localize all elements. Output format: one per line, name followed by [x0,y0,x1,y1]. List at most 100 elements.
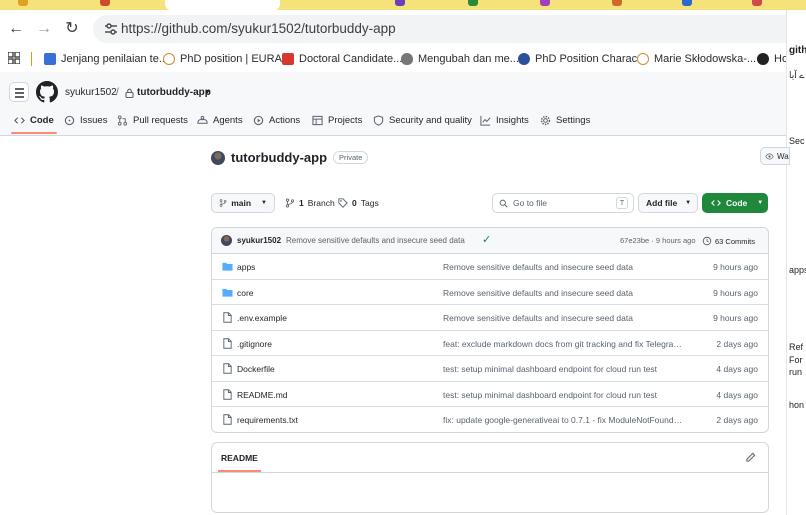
file-commit-message[interactable]: test: setup minimal dashboard endpoint f… [443,364,683,374]
tab-security[interactable]: Security and quality [373,115,472,126]
avatar[interactable] [221,235,232,246]
lock-icon [125,88,134,98]
abg-icon [282,53,294,65]
file-commit-message[interactable]: Remove sensitive defaults and insecure s… [443,313,683,323]
bookmark-item[interactable]: Marie Skłodowska-... [637,51,756,67]
github-header: syukur1502 / tutorbuddy-app ▼ Code Issue… [0,72,786,136]
tab-pull-requests[interactable]: Pull requests [117,115,188,126]
bookmark-item[interactable]: Jenjang penilaian te... [44,51,168,67]
commit-author[interactable]: syukur1502 [237,236,281,245]
file-name[interactable]: core [237,288,254,298]
gear-icon [540,115,551,126]
repo-switcher-caret-icon[interactable]: ▼ [204,89,211,96]
file-name[interactable]: README.md [237,390,288,400]
search-icon [499,199,508,208]
tab-code[interactable]: Code [11,115,57,134]
people-icon [163,53,175,65]
table-row[interactable]: core Remove sensitive defaults and insecu… [212,280,768,305]
commit-meta[interactable]: 67e23be · 9 hours ago [620,236,696,245]
file-commit-message[interactable]: test: setup minimal dashboard endpoint f… [443,390,683,400]
strip-text: hon [789,400,805,410]
file-name[interactable]: .gitignore [237,339,272,349]
tab-issues[interactable]: Issues [64,115,107,126]
file-commit-message[interactable]: Remove sensitive defaults and insecure s… [443,262,683,272]
tab-favicon [752,0,762,6]
file-name[interactable]: .env.example [237,313,287,323]
breadcrumb-owner[interactable]: syukur1502 [65,87,117,98]
folder-icon [222,288,233,297]
branches-link[interactable]: 1 Branch [285,198,335,208]
bookmark-item[interactable]: Ho [757,51,788,67]
tags-link[interactable]: 0 Tags [338,198,379,208]
address-url[interactable]: https://github.com/syukur1502/tutorbuddy… [121,21,396,36]
active-tab[interactable] [165,0,280,10]
github-logo-icon[interactable] [36,81,58,103]
address-bar[interactable]: https://github.com/syukur1502/tutorbuddy… [93,15,806,43]
tab-projects[interactable]: Projects [312,115,362,126]
file-icon [223,363,232,374]
file-name[interactable]: Dockerfile [237,364,275,374]
file-icon [223,414,232,425]
back-arrow-icon[interactable]: ← [6,19,26,39]
table-row[interactable]: requirements.txt fix: update google-gener… [212,407,768,432]
tab-agents[interactable]: Agents [197,115,243,126]
commits-link[interactable]: 63 Commits [702,236,755,246]
apps-grid-icon[interactable] [8,52,20,64]
visibility-badge: Private [333,151,369,164]
tab-favicon [540,0,550,6]
bookmark-item[interactable]: PhD Position Charac... [518,51,646,67]
play-icon [253,115,264,126]
file-name[interactable]: requirements.txt [237,415,298,425]
file-name[interactable]: apps [237,262,255,272]
folder-icon [222,262,233,271]
bookmark-item[interactable]: PhD position | EURA... [163,51,291,67]
readme-tab[interactable]: README [218,453,261,472]
tag-icon [338,198,348,208]
history-icon [702,236,712,246]
tab-insights[interactable]: Insights [480,115,529,126]
bookmark-item[interactable]: Doctoral Candidate... [282,51,402,67]
tab-settings[interactable]: Settings [540,115,590,126]
file-commit-time: 4 days ago [716,364,758,374]
site-settings-icon[interactable] [103,21,119,37]
repo-name[interactable]: tutorbuddy-app [231,150,327,165]
chevron-down-icon: ▼ [757,200,764,206]
adjacent-window-strip: gith ے آیا Sec apps Ref For run hon [786,10,806,515]
table-row[interactable]: .gitignore feat: exclude markdown docs fr… [212,331,768,356]
chevron-down-icon: ▼ [685,200,692,206]
tab-favicon [682,0,692,6]
menu-hamburger-icon[interactable] [9,82,29,102]
strip-text: apps [789,265,806,275]
tab-actions[interactable]: Actions [253,115,300,126]
branch-icon [285,198,295,208]
bookmark-item[interactable]: Mengubah dan me... [401,51,519,67]
breadcrumb-separator: / [116,87,119,98]
commit-message[interactable]: Remove sensitive defaults and insecure s… [286,236,465,245]
file-commit-message[interactable]: feat: exclude markdown docs from git tra… [443,339,683,349]
strip-text: ے آیا [789,70,805,80]
watch-button[interactable]: Wa [760,147,790,165]
avatar[interactable] [211,150,225,165]
file-commit-message[interactable]: fix: update google-generativeai to 0.7.1… [443,415,683,425]
issue-icon [64,115,75,126]
pencil-icon[interactable] [745,452,756,463]
table-row[interactable]: README.md test: setup minimal dashboard e… [212,382,768,407]
latest-commit-bar: syukur1502 Remove sensitive defaults and… [212,228,768,254]
code-button[interactable]: Code ▼ [702,193,768,213]
table-row[interactable]: .env.example Remove sensitive defaults an… [212,305,768,331]
go-to-file-input[interactable]: Go to file T [492,193,634,213]
table-row[interactable]: apps Remove sensitive defaults and insecu… [212,254,768,280]
table-row[interactable]: Dockerfile test: setup minimal dashboard … [212,356,768,382]
breadcrumb-repo[interactable]: tutorbuddy-app [137,87,211,98]
file-commit-message[interactable]: Remove sensitive defaults and insecure s… [443,288,683,298]
reload-icon[interactable]: ↻ [62,19,82,39]
check-icon[interactable]: ✓ [482,233,491,246]
file-icon [223,337,232,349]
strip-text: gith [789,45,806,56]
add-file-button[interactable]: Add file ▼ [638,193,698,213]
branch-select-button[interactable]: main ▼ [211,193,275,213]
forward-arrow-icon[interactable]: → [34,19,54,39]
apple-icon [401,53,413,65]
agent-icon [197,115,208,124]
browser-tab-strip [0,0,806,10]
